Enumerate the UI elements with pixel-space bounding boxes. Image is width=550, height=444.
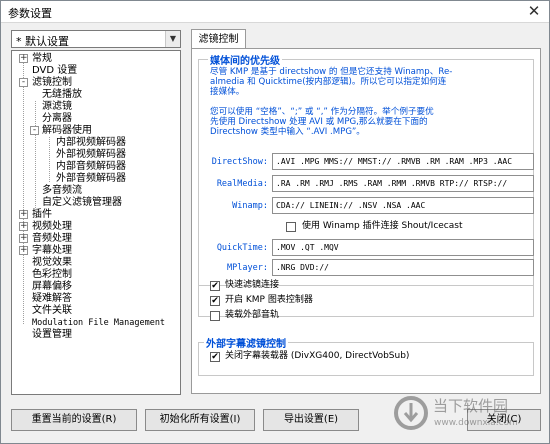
tree-item-label: 源滤镜 (42, 101, 72, 112)
tree-item-custom-filter[interactable]: 自定义滤镜管理器 (42, 197, 122, 209)
window-title: 参数设置 (8, 7, 52, 20)
tree-item-file-assoc[interactable]: 文件关联 (32, 305, 72, 317)
tree-item-label: 疑难解答 (32, 293, 72, 304)
expand-icon[interactable]: + (19, 210, 28, 219)
winamp-plugin-label: 使用 Winamp 插件连接 Shout/Icecast (302, 221, 463, 231)
tree-item-modulation[interactable]: Modulation File Management (32, 317, 165, 329)
watermark-url: www.downxia.com (434, 418, 518, 428)
description-line (210, 97, 528, 107)
description-line: 接媒体。 (210, 87, 245, 97)
tree-item-label: 外部视频解码器 (56, 149, 126, 160)
subtitle-group-title: 外部字幕滤镜控制 (204, 335, 288, 350)
description-line: 您可以使用 “空格”、“;” 或 “,” 作为分隔符。举个例子要优 (210, 107, 434, 117)
description-line: almedia 和 Quicktime(按内部逻辑)。所以它可以指定如何连 (210, 77, 447, 87)
watermark-logo: 当下软件园 www.downxia.com (393, 385, 543, 441)
reset-button[interactable]: 重置当前的设置(R) (11, 409, 137, 431)
profile-dropdown[interactable]: * 默认设置 ▼ (11, 30, 181, 48)
tree-item-label: 无缝播放 (42, 89, 82, 100)
tree-item-label: 滤镜控制 (32, 77, 72, 88)
expand-icon[interactable]: + (19, 54, 28, 63)
tree-item-label: 文件关联 (32, 305, 72, 316)
collapse-icon[interactable]: - (30, 126, 39, 135)
graph-controller-label: 开启 KMP 图表控制器 (225, 295, 313, 305)
winamp-label: Winamp: (232, 201, 268, 211)
tree-item-label: 设置管理 (32, 329, 72, 340)
tree-item-label: 内部视频解码器 (56, 137, 126, 148)
directshow-field[interactable]: .AVI .MPG MMS:// MMST:// .RMVB .RM .RAM … (272, 153, 534, 170)
tree-item-external-audio[interactable]: 外部音频解码器 (56, 173, 126, 185)
tree-item-label: 色彩控制 (32, 269, 72, 280)
description-line: Directshow 类型中输入 “.AVI .MPG”。 (210, 127, 365, 137)
tree-item-label: DVD 设置 (32, 65, 78, 76)
tree-item-settings-manage[interactable]: 设置管理 (32, 329, 72, 341)
winamp-plugin-checkbox[interactable] (286, 222, 296, 232)
watermark-text: 当下软件园 (433, 397, 508, 415)
fast-filter-checkbox[interactable]: ✔ (210, 281, 220, 291)
tree-item-label: 字幕处理 (32, 245, 72, 256)
description-line: 先使用 Directshow 处理 AVI 或 MPG,那么就要在下面的 (210, 117, 428, 127)
external-audio-checkbox[interactable] (210, 311, 220, 321)
tree-item-external-video[interactable]: 外部视频解码器 (56, 149, 126, 161)
tree-item-label: 常规 (32, 53, 52, 64)
tree-item-label: 自定义滤镜管理器 (42, 197, 122, 208)
tree-item-visual[interactable]: 视觉效果 (32, 257, 72, 269)
tree-item-label: 解码器使用 (42, 125, 92, 136)
expand-icon[interactable]: + (19, 222, 28, 231)
tree-item-label: 分离器 (42, 113, 72, 124)
external-audio-label: 装载外部音轨 (225, 310, 280, 320)
tree-item-label: 外部音频解码器 (56, 173, 126, 184)
tab-strip: 滤镜控制 (191, 29, 541, 50)
tree-line (35, 101, 36, 218)
filter-control-panel: 媒体间的优先级 尽管 KMP 是基于 directshow 的 但是它还支持 W… (191, 48, 541, 394)
tree-item-source-filter[interactable]: 源滤镜 (42, 101, 72, 113)
priority-group-title: 媒体间的优先级 (208, 52, 282, 67)
chevron-down-icon[interactable]: ▼ (165, 31, 180, 47)
tree-item-internal-video[interactable]: 内部视频解码器 (56, 137, 126, 149)
mplayer-label: MPlayer: (227, 263, 268, 273)
tree-item-label: 视频处理 (32, 221, 72, 232)
tree-item-seamless[interactable]: 无缝播放 (42, 89, 82, 101)
expand-icon[interactable]: + (19, 246, 28, 255)
tree-item-splitter[interactable]: 分离器 (42, 113, 72, 125)
tree-item-dvd[interactable]: DVD 设置 (32, 65, 77, 77)
tree-item-label: Modulation File Management (32, 318, 166, 328)
graph-controller-checkbox[interactable]: ✔ (210, 296, 220, 306)
profile-dropdown-value: * 默认设置 (16, 35, 69, 48)
tree-item-label: 视觉效果 (32, 257, 72, 268)
tree-item-label: 多音频流 (42, 185, 82, 196)
title-bar: 参数设置 ✕ (1, 1, 549, 23)
mplayer-field[interactable]: .NRG DVD:// (272, 259, 534, 276)
quicktime-label: QuickTime: (216, 243, 268, 253)
tree-item-label: 音频处理 (32, 233, 72, 244)
disable-subtitle-loader-checkbox[interactable]: ✔ (210, 352, 220, 362)
tree-item-label: 插件 (32, 209, 52, 220)
export-button[interactable]: 导出设置(E) (263, 409, 359, 431)
download-site-logo-icon: 当下软件园 www.downxia.com (394, 396, 518, 430)
tree-item-color[interactable]: 色彩控制 (32, 269, 72, 281)
tree-item-screen-offset[interactable]: 屏幕偏移 (32, 281, 72, 293)
tab-filter-control[interactable]: 滤镜控制 (191, 29, 246, 50)
winamp-field[interactable]: CDA:// LINEIN:// .NSV .NSA .AAC (272, 197, 534, 214)
tree-item-internal-audio[interactable]: 内部音频解码器 (56, 161, 126, 173)
disable-subtitle-loader-label: 关闭字幕装载器 (DivXG400, DirectVobSub) (225, 351, 410, 361)
close-icon[interactable]: ✕ (525, 2, 543, 20)
priority-description: 尽管 KMP 是基于 directshow 的 但是它还支持 Winamp、Re… (210, 67, 528, 137)
fast-filter-label: 快速滤镜连接 (225, 280, 280, 290)
realmedia-label: RealMedia: (216, 179, 268, 189)
tree-item-multi-audio[interactable]: 多音频流 (42, 185, 82, 197)
tree-item-troubleshoot[interactable]: 疑难解答 (32, 293, 72, 305)
settings-tree[interactable]: + 常规 DVD 设置 - 滤镜控制 无缝播放 源滤镜 分离器 - 解码器使用 … (11, 50, 181, 395)
tree-line (23, 59, 24, 324)
expand-icon[interactable]: + (19, 234, 28, 243)
tree-line (49, 137, 50, 182)
collapse-icon[interactable]: - (19, 78, 28, 87)
settings-window: 参数设置 ✕ * 默认设置 ▼ + 常规 DVD 设置 - 滤镜控制 无缝播放 … (0, 0, 550, 444)
init-all-button[interactable]: 初始化所有设置(I) (145, 409, 255, 431)
tree-item-label: 内部音频解码器 (56, 161, 126, 172)
quicktime-field[interactable]: .MOV .QT .MQV (272, 239, 534, 256)
description-line: 尽管 KMP 是基于 directshow 的 但是它还支持 Winamp、Re… (210, 67, 453, 77)
directshow-label: DirectShow: (211, 157, 268, 167)
realmedia-field[interactable]: .RA .RM .RMJ .RMS .RAM .RMM .RMVB RTP://… (272, 175, 534, 192)
tree-item-label: 屏幕偏移 (32, 281, 72, 292)
